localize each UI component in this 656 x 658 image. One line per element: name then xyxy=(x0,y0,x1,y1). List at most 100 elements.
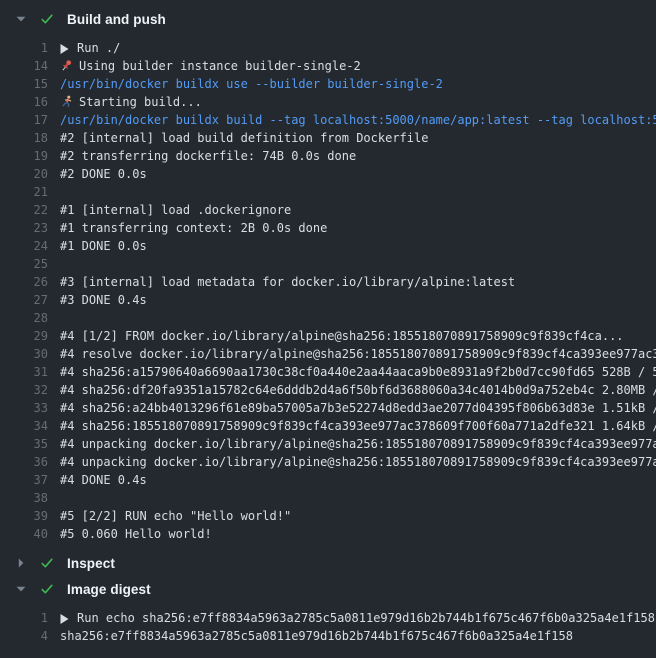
log-text: Using builder instance builder-single-2 xyxy=(79,59,361,73)
log-line: 21 xyxy=(0,183,656,201)
line-number[interactable]: 15 xyxy=(0,75,48,93)
log-line-content: /usr/bin/docker buildx build --tag local… xyxy=(60,111,656,129)
line-number[interactable]: 22 xyxy=(0,201,48,219)
log-text: #5 0.060 Hello world! xyxy=(60,527,212,541)
section-header[interactable]: Build and push xyxy=(0,6,656,32)
log-text: Run ./ xyxy=(77,41,120,55)
log-line-content: #4 [1/2] FROM docker.io/library/alpine@s… xyxy=(60,327,656,345)
log-line-content: #1 DONE 0.0s xyxy=(60,237,656,255)
line-number[interactable]: 38 xyxy=(0,489,48,507)
line-number[interactable]: 14 xyxy=(0,57,48,75)
log-line-content: #2 [internal] load build definition from… xyxy=(60,129,656,147)
log-text: #1 [internal] load .dockerignore xyxy=(60,203,291,217)
line-number[interactable]: 26 xyxy=(0,273,48,291)
check-icon xyxy=(40,582,54,596)
line-number[interactable]: 30 xyxy=(0,345,48,363)
line-number[interactable]: 29 xyxy=(0,327,48,345)
log-line-content: Run ./ xyxy=(60,39,656,57)
log-line-content xyxy=(60,183,656,201)
line-number[interactable]: 40 xyxy=(0,525,48,543)
log-text: Starting build... xyxy=(79,95,202,109)
line-number[interactable]: 28 xyxy=(0,309,48,327)
log-line-content: #2 DONE 0.0s xyxy=(60,165,656,183)
line-number[interactable]: 19 xyxy=(0,147,48,165)
log-text: #4 DONE 0.4s xyxy=(60,473,147,487)
log-line: 14 Using builder instance builder-single… xyxy=(0,57,656,75)
line-number[interactable]: 18 xyxy=(0,129,48,147)
line-number[interactable]: 1 xyxy=(0,39,48,57)
line-number[interactable]: 16 xyxy=(0,93,48,111)
section-image-digest: Image digest 1 Run echo sha256:e7ff8834a… xyxy=(0,576,656,645)
line-number[interactable]: 27 xyxy=(0,291,48,309)
log-line: 39 #5 [2/2] RUN echo "Hello world!" xyxy=(0,507,656,525)
log-text: /usr/bin/docker buildx build --tag local… xyxy=(60,113,656,127)
log-line: 36 #4 unpacking docker.io/library/alpine… xyxy=(0,453,656,471)
chevron-down-icon[interactable] xyxy=(16,14,26,24)
log-text: #1 DONE 0.0s xyxy=(60,239,147,253)
log-line-content: #4 sha256:a15790640a6690aa1730c38cf0a440… xyxy=(60,363,656,381)
log-line: 23 #1 transferring context: 2B 0.0s done xyxy=(0,219,656,237)
line-number[interactable]: 24 xyxy=(0,237,48,255)
play-icon[interactable] xyxy=(60,41,70,54)
log-line: 38 xyxy=(0,489,656,507)
line-number[interactable]: 21 xyxy=(0,183,48,201)
line-number[interactable]: 36 xyxy=(0,453,48,471)
line-number[interactable]: 25 xyxy=(0,255,48,273)
section-header[interactable]: Image digest xyxy=(0,576,656,602)
line-number[interactable]: 39 xyxy=(0,507,48,525)
log-line: 40 #5 0.060 Hello world! xyxy=(0,525,656,543)
log-line-content xyxy=(60,255,656,273)
log-line-content: sha256:e7ff8834a5963a2785c5a0811e979d16b… xyxy=(60,627,656,645)
log-line-content: #4 unpacking docker.io/library/alpine@sh… xyxy=(60,435,656,453)
log-line-content: #4 DONE 0.4s xyxy=(60,471,656,489)
log-line: 1 Run ./ xyxy=(0,39,656,57)
log-line-content: #5 0.060 Hello world! xyxy=(60,525,656,543)
line-number[interactable]: 35 xyxy=(0,435,48,453)
log-text: Run echo sha256:e7ff8834a5963a2785c5a081… xyxy=(77,611,655,625)
section-title: Inspect xyxy=(67,556,115,571)
log-line: 25 xyxy=(0,255,656,273)
log-text: /usr/bin/docker buildx use --builder bui… xyxy=(60,77,443,91)
log-line: 35 #4 unpacking docker.io/library/alpine… xyxy=(0,435,656,453)
log-line: 34 #4 sha256:185518070891758909c9f839cf4… xyxy=(0,417,656,435)
log-line: 32 #4 sha256:df20fa9351a15782c64e6dddb2d… xyxy=(0,381,656,399)
line-number[interactable]: 34 xyxy=(0,417,48,435)
log-line: 26 #3 [internal] load metadata for docke… xyxy=(0,273,656,291)
line-number[interactable]: 23 xyxy=(0,219,48,237)
line-number[interactable]: 4 xyxy=(0,627,48,645)
log-line: 28 xyxy=(0,309,656,327)
log-text: #2 DONE 0.0s xyxy=(60,167,147,181)
log-line-content: #3 DONE 0.4s xyxy=(60,291,656,309)
log-text: sha256:e7ff8834a5963a2785c5a0811e979d16b… xyxy=(60,629,573,643)
log-line: 1 Run echo sha256:e7ff8834a5963a2785c5a0… xyxy=(0,609,656,627)
log-line: 19 #2 transferring dockerfile: 74B 0.0s … xyxy=(0,147,656,165)
line-number[interactable]: 32 xyxy=(0,381,48,399)
line-number[interactable]: 17 xyxy=(0,111,48,129)
log-line: 33 #4 sha256:a24bb4013296f61e89ba57005a7… xyxy=(0,399,656,417)
log-line-content xyxy=(60,309,656,327)
log-line: 22 #1 [internal] load .dockerignore xyxy=(0,201,656,219)
log-text: #4 sha256:a15790640a6690aa1730c38cf0a440… xyxy=(60,365,656,379)
line-number[interactable]: 37 xyxy=(0,471,48,489)
log-text: #4 unpacking docker.io/library/alpine@sh… xyxy=(60,437,656,451)
chevron-down-icon[interactable] xyxy=(16,584,26,594)
section-build-and-push: Build and push 1 Run ./ 14 Using builder… xyxy=(0,6,656,543)
runner-icon xyxy=(60,95,74,108)
log-line-content: #4 sha256:a24bb4013296f61e89ba57005a7b3e… xyxy=(60,399,656,417)
log-text: #4 [1/2] FROM docker.io/library/alpine@s… xyxy=(60,329,624,343)
log-line-content xyxy=(60,489,656,507)
log-line: 37 #4 DONE 0.4s xyxy=(0,471,656,489)
line-number[interactable]: 1 xyxy=(0,609,48,627)
log-text: #4 unpacking docker.io/library/alpine@sh… xyxy=(60,455,656,469)
section-header[interactable]: Inspect xyxy=(0,550,656,576)
play-icon[interactable] xyxy=(60,611,70,624)
log-text: #2 transferring dockerfile: 74B 0.0s don… xyxy=(60,149,356,163)
check-icon xyxy=(40,556,54,570)
line-number[interactable]: 33 xyxy=(0,399,48,417)
chevron-right-icon[interactable] xyxy=(16,558,26,568)
line-number[interactable]: 20 xyxy=(0,165,48,183)
log-text: #4 sha256:185518070891758909c9f839cf4ca3… xyxy=(60,419,656,433)
line-number[interactable]: 31 xyxy=(0,363,48,381)
log-body: 1 Run ./ 14 Using builder instance build… xyxy=(0,39,656,543)
log-text: #3 [internal] load metadata for docker.i… xyxy=(60,275,515,289)
